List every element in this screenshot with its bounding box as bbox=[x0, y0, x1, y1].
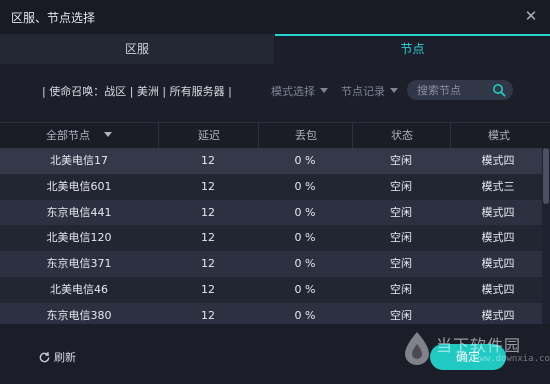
table-row[interactable]: 东京电信371 12 0 % 空闲 模式四 bbox=[0, 251, 542, 277]
watermark-text: 当下软件园 bbox=[436, 336, 522, 355]
column-header-status[interactable]: 状态 bbox=[352, 123, 451, 148]
node-name: 北美电信46 bbox=[50, 282, 108, 296]
table-row[interactable]: 北美电信46 12 0 % 空闲 模式四 bbox=[0, 276, 542, 303]
column-header-mode[interactable]: 模式 bbox=[450, 123, 547, 148]
latency-value: 12 bbox=[201, 231, 215, 245]
node-record-dropdown[interactable]: 节点记录 bbox=[341, 83, 398, 99]
latency-value: 12 bbox=[201, 257, 215, 271]
refresh-icon bbox=[39, 352, 50, 363]
scrollbar-thumb[interactable] bbox=[543, 148, 549, 204]
node-table: 全部节点 延迟 丢包 状态 模式 北美电信17 12 0 % 空闲 模式四 北美… bbox=[0, 122, 550, 324]
search-box[interactable] bbox=[407, 80, 513, 100]
node-name: 东京电信441 bbox=[46, 205, 112, 219]
table-body: 北美电信17 12 0 % 空闲 模式四 北美电信601 12 0 % 空闲 模… bbox=[0, 148, 542, 324]
mode-value: 模式四 bbox=[481, 282, 515, 296]
packet-loss-value: 0 % bbox=[294, 154, 316, 167]
mode-value: 模式三 bbox=[481, 179, 515, 193]
status-value: 空闲 bbox=[390, 282, 412, 296]
status-value: 空闲 bbox=[390, 154, 412, 167]
column-header-packet-loss[interactable]: 丢包 bbox=[258, 123, 353, 148]
latency-value: 12 bbox=[201, 308, 215, 322]
status-value: 空闲 bbox=[390, 205, 412, 219]
packet-loss-value: 0 % bbox=[294, 257, 316, 271]
node-name: 北美电信120 bbox=[46, 231, 112, 245]
close-icon[interactable]: ✕ bbox=[522, 7, 540, 25]
mode-value: 模式四 bbox=[481, 231, 515, 245]
watermark-logo-icon bbox=[405, 332, 429, 365]
packet-loss-value: 0 % bbox=[294, 179, 316, 193]
tab-bar: 区服 节点 bbox=[0, 34, 550, 64]
latency-value: 12 bbox=[201, 282, 215, 296]
node-name: 东京电信380 bbox=[46, 308, 112, 322]
status-value: 空闲 bbox=[390, 231, 412, 245]
mode-value: 模式四 bbox=[481, 154, 515, 167]
refresh-button[interactable]: 刷新 bbox=[38, 349, 76, 365]
latency-value: 12 bbox=[201, 154, 215, 167]
search-icon[interactable] bbox=[492, 83, 506, 97]
table-row[interactable]: 北美电信601 12 0 % 空闲 模式三 bbox=[0, 173, 542, 200]
status-value: 空闲 bbox=[390, 179, 412, 193]
column-header-label: 全部节点 bbox=[46, 129, 90, 142]
mode-value: 模式四 bbox=[481, 257, 515, 271]
chevron-down-icon bbox=[390, 88, 398, 93]
latency-value: 12 bbox=[201, 205, 215, 219]
chevron-down-icon[interactable] bbox=[104, 132, 112, 137]
tab-server[interactable]: 区服 bbox=[0, 34, 274, 64]
packet-loss-value: 0 % bbox=[294, 308, 316, 322]
table-row[interactable]: 东京电信380 12 0 % 空闲 模式四 bbox=[0, 302, 542, 324]
title-bar: 区服、节点选择 ✕ bbox=[0, 0, 550, 34]
window-title: 区服、节点选择 bbox=[11, 11, 96, 25]
mode-value: 模式四 bbox=[481, 308, 515, 322]
tab-node[interactable]: 节点 bbox=[275, 34, 550, 64]
mode-select-label: 模式选择 bbox=[271, 85, 315, 98]
breadcrumb: | 使命召唤：战区 | 美洲 | 所有服务器 | bbox=[42, 85, 232, 98]
watermark-url: www.downxia.com bbox=[474, 354, 550, 364]
scrollbar[interactable] bbox=[542, 148, 550, 324]
mode-select-dropdown[interactable]: 模式选择 bbox=[271, 83, 328, 99]
search-input[interactable] bbox=[417, 82, 491, 98]
node-record-label: 节点记录 bbox=[341, 85, 385, 98]
watermark: 当下软件园 www.downxia.com bbox=[402, 330, 550, 370]
node-name: 北美电信17 bbox=[50, 154, 108, 167]
packet-loss-value: 0 % bbox=[294, 282, 316, 296]
table-row[interactable]: 北美电信17 12 0 % 空闲 模式四 bbox=[0, 148, 542, 174]
table-row[interactable]: 北美电信120 12 0 % 空闲 模式四 bbox=[0, 225, 542, 252]
chevron-down-icon bbox=[320, 88, 328, 93]
status-value: 空闲 bbox=[390, 308, 412, 322]
table-row[interactable]: 东京电信441 12 0 % 空闲 模式四 bbox=[0, 199, 542, 226]
packet-loss-value: 0 % bbox=[294, 205, 316, 219]
refresh-label: 刷新 bbox=[54, 351, 76, 364]
node-name: 北美电信601 bbox=[46, 179, 112, 193]
column-header-latency[interactable]: 延迟 bbox=[158, 123, 259, 148]
status-value: 空闲 bbox=[390, 257, 412, 271]
column-header-node[interactable]: 全部节点 bbox=[0, 123, 158, 148]
packet-loss-value: 0 % bbox=[294, 231, 316, 245]
table-header: 全部节点 延迟 丢包 状态 模式 bbox=[0, 122, 550, 149]
node-name: 东京电信371 bbox=[46, 257, 112, 271]
mode-value: 模式四 bbox=[481, 205, 515, 219]
latency-value: 12 bbox=[201, 179, 215, 193]
